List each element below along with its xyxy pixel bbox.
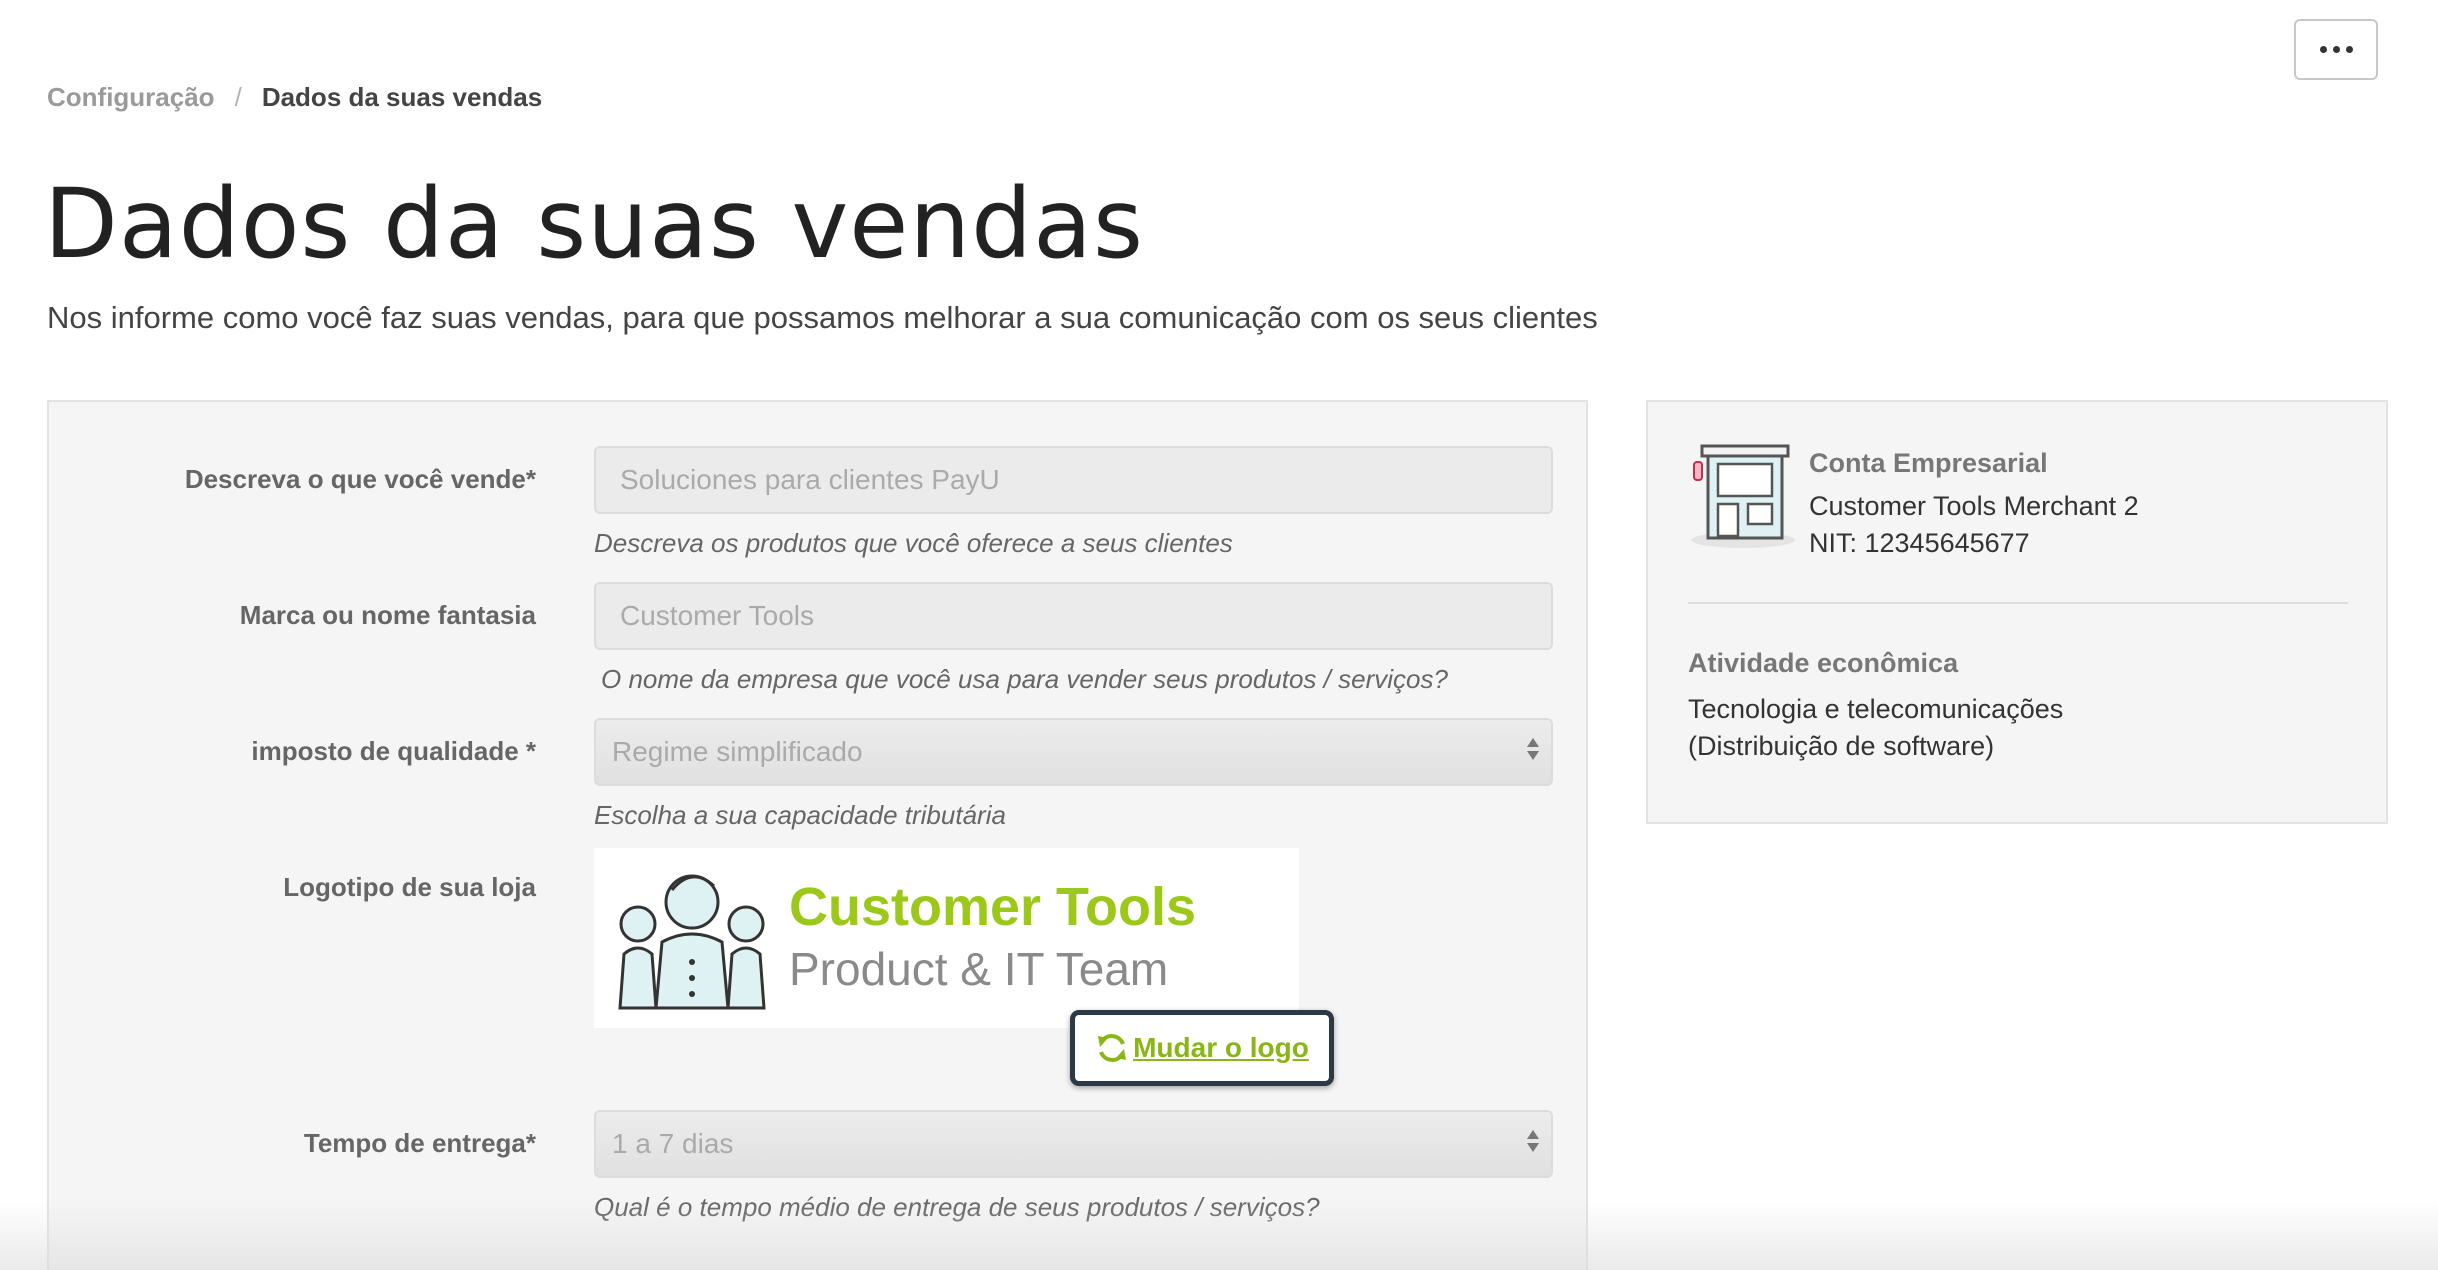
change-logo-button[interactable]: Mudar o logo bbox=[1070, 1010, 1334, 1086]
account-info-panel: Conta Empresarial Customer Tools Merchan… bbox=[1646, 400, 2388, 824]
breadcrumb-current: Dados da suas vendas bbox=[261, 82, 543, 112]
delivery-select-value: 1 a 7 dias bbox=[612, 1128, 734, 1159]
refresh-icon bbox=[1098, 1034, 1127, 1062]
tax-select-value: Regime simplificado bbox=[612, 736, 863, 767]
sales-form-panel: Descreva o que você vende* Soluciones pa… bbox=[47, 400, 1588, 1270]
logo-subtitle-text: Product & IT Team bbox=[789, 943, 1169, 995]
tax-select[interactable]: Regime simplificado bbox=[594, 718, 1553, 786]
divider bbox=[1688, 602, 2348, 604]
page-subtitle: Nos informe como você faz suas vendas, p… bbox=[47, 300, 1598, 335]
economic-activity-title: Atividade econômica bbox=[1688, 648, 1959, 678]
breadcrumb-separator: / bbox=[234, 82, 242, 112]
tax-label: imposto de qualidade * bbox=[251, 736, 536, 766]
select-arrows-icon bbox=[1527, 1130, 1539, 1152]
brand-input[interactable]: Customer Tools bbox=[594, 582, 1553, 650]
select-arrows-icon bbox=[1527, 738, 1539, 760]
economic-activity-value: Tecnologia e telecomunicações (Distribui… bbox=[1688, 694, 2064, 761]
change-logo-label: Mudar o logo bbox=[1133, 1032, 1309, 1063]
brand-help: O nome da empresa que você usa para vend… bbox=[601, 664, 1448, 694]
page-title: Dados da suas vendas bbox=[44, 168, 1144, 280]
team-people-icon bbox=[618, 874, 766, 1010]
brand-label: Marca ou nome fantasia bbox=[239, 600, 536, 630]
store-icon bbox=[1691, 444, 1795, 548]
account-type-title: Conta Empresarial bbox=[1809, 448, 2048, 478]
description-input[interactable]: Soluciones para clientes PayU bbox=[594, 446, 1553, 514]
bottom-shadow bbox=[0, 1200, 2438, 1270]
logo-title-text: Customer Tools bbox=[789, 877, 1197, 937]
breadcrumb-link-configuracao[interactable]: Configuração bbox=[47, 82, 215, 113]
tax-help: Escolha a sua capacidade tributária bbox=[594, 800, 1006, 830]
merchant-nit: NIT: 12345645677 bbox=[1809, 528, 2030, 558]
more-options-button[interactable] bbox=[2294, 19, 2378, 80]
ellipsis-icon bbox=[2319, 46, 2327, 53]
delivery-label: Tempo de entrega* bbox=[303, 1128, 536, 1158]
description-label: Descreva o que você vende* bbox=[184, 464, 536, 494]
logo-label: Logotipo de sua loja bbox=[283, 872, 536, 902]
breadcrumb: Configuração / Dados da suas vendas bbox=[47, 82, 542, 113]
description-help: Descreva os produtos que você oferece a … bbox=[594, 528, 1233, 558]
store-logo-image: Customer Tools Product & IT Team bbox=[594, 848, 1299, 1028]
merchant-name: Customer Tools Merchant 2 bbox=[1809, 491, 2139, 521]
delivery-select[interactable]: 1 a 7 dias bbox=[594, 1110, 1553, 1178]
